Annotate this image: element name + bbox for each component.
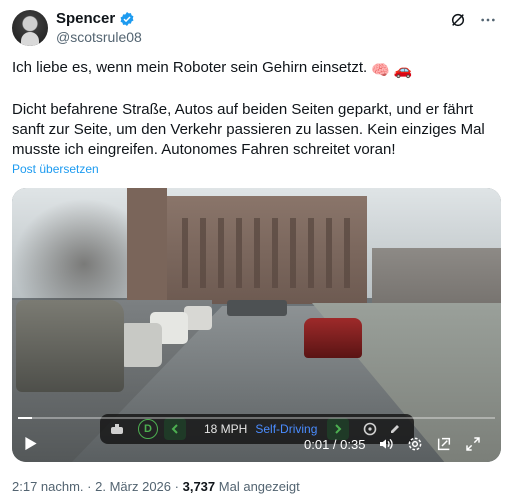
post-text: Ich liebe es, wenn mein Roboter sein Geh… (12, 59, 368, 76)
video-frame-car (120, 323, 162, 367)
post-text-line1: Ich liebe es, wenn mein Roboter sein Geh… (12, 58, 500, 81)
grok-icon[interactable] (450, 12, 466, 28)
video-frame-red-car (304, 318, 362, 358)
video-frame-car (184, 306, 212, 330)
video-frame-windows (182, 218, 352, 288)
video-time: 0:01 / 0:35 (304, 437, 366, 452)
video-controls: 0:01 / 0:35 (12, 422, 501, 462)
post-time[interactable]: 2:17 nachm. (12, 479, 84, 494)
play-icon[interactable] (24, 436, 38, 451)
avatar[interactable] (12, 10, 48, 46)
volume-icon[interactable] (378, 436, 394, 452)
post-text-paragraph: Dicht befahrene Straße, Autos auf beiden… (12, 101, 485, 158)
translate-post-link[interactable]: Post übersetzen (12, 162, 99, 176)
video-frame-tower (127, 188, 167, 304)
video-frame-truck (16, 300, 124, 392)
video-frame-trees (12, 198, 132, 308)
video-progress-bar[interactable] (18, 417, 495, 419)
post-meta: 2:17 nachm. · 2. März 2026 · 3,737 Mal a… (12, 479, 300, 494)
fullscreen-icon[interactable] (465, 436, 481, 452)
more-options-icon[interactable] (480, 12, 496, 28)
meta-separator: · (174, 479, 179, 494)
pip-icon[interactable] (436, 436, 452, 452)
car-emoji: 🚗 (393, 62, 413, 79)
settings-icon[interactable] (407, 436, 423, 452)
verified-badge-icon (120, 11, 134, 26)
video-player[interactable]: D 18 MPH Self-Driving 0:01 / 0:35 (12, 188, 501, 462)
video-progress-fill (18, 417, 33, 419)
display-name[interactable]: Spencer (56, 10, 115, 27)
video-frame-distant-cars (227, 300, 287, 316)
view-count: 3,737 (182, 479, 216, 494)
post-date[interactable]: 2. März 2026 (95, 479, 171, 494)
post-header: Spencer @scotsrule08 (12, 8, 500, 48)
author-name-row[interactable]: Spencer (56, 10, 135, 27)
handle[interactable]: @scotsrule08 (56, 29, 142, 45)
meta-separator: · (87, 479, 92, 494)
views-label: Mal angezeigt (218, 479, 300, 494)
brain-emoji: 🧠 (371, 62, 390, 79)
